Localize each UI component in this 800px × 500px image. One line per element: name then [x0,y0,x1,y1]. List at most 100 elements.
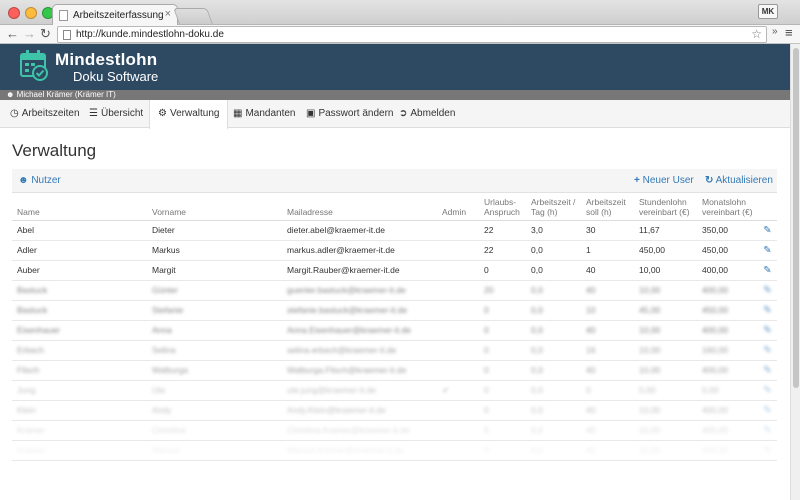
new-user-button[interactable]: + Neuer User [634,175,694,186]
profile-button[interactable]: MK [758,4,778,19]
app-header: Mindestlohn Doku Software [0,44,790,90]
table-cell: Christina.Kramer@kraemer-it.de [282,420,437,441]
reload-icon[interactable]: ↻ [40,26,51,42]
browser-tab[interactable]: Arbeitszeiterfassung × [52,4,178,26]
edit-button[interactable]: ✎ [757,340,777,361]
edit-button[interactable]: ✎ [757,380,777,401]
address-bar[interactable]: http://kunde.mindestlohn-doku.de ☆ [57,26,767,43]
forward-arrow-icon[interactable]: → [23,26,36,42]
nav-item-verwaltung[interactable]: ⚙ Verwaltung [149,100,229,129]
nav-label: Mandanten [245,108,296,119]
table-cell: 45,00 [634,300,697,321]
nav-item-passwort[interactable]: ▣ Passwort ändern [298,100,402,128]
nav-label: Abmelden [410,108,456,119]
table-cell: 40 [581,280,634,301]
table-cell: 0 [479,340,526,361]
edit-button[interactable]: ✎ [757,320,777,341]
users-panel-label: Nutzer [31,175,61,186]
nav-item-mandanten[interactable]: ▦ Mandanten [225,100,304,128]
table-header-row: Name Vorname Mailadresse Admin Urlaubs-Anspr… [12,193,777,221]
bookmark-star-icon[interactable]: ☆ [751,27,762,41]
table-cell: 450,00 [697,240,757,261]
table-cell: ✔ [437,380,479,401]
users-panel-title[interactable]: ☻ Nutzer [18,175,61,186]
table-cell: 40 [581,260,634,281]
table-cell: 10,00 [634,260,697,281]
table-cell: stefanie.bastuck@kraemer-it.de [282,300,437,321]
current-user: Michael Krämer (Krämer IT) [16,90,116,99]
table-row[interactable]: Kramer Manuel Manuel.Kramer@kraemer-it.de 0… [12,440,777,461]
edit-button[interactable]: ✎ [757,220,777,241]
address-bar-url: http://kunde.mindestlohn-doku.de [76,29,224,40]
table-cell: 40 [581,400,634,421]
table-cell: 400,00 [697,440,757,461]
new-tab-button[interactable] [173,8,213,24]
table-cell: 0 [479,400,526,421]
brand-subtitle: Doku Software [73,69,159,84]
table-cell: 400,00 [697,400,757,421]
table-row[interactable]: Bastuck Stefanie stefanie.bastuck@kraemer-… [12,300,777,321]
table-cell: selina.erbach@kraemer-it.de [282,340,437,361]
table-cell: 450,00 [697,300,757,321]
table-cell: 0,0 [526,320,581,341]
table-cell: 400,00 [697,420,757,441]
table-cell: Margit.Rauber@kraemer-it.de [282,260,437,281]
table-cell: 0,00 [634,380,697,401]
refresh-button[interactable]: ↻ Aktualisieren [705,175,773,186]
table-cell [437,440,479,461]
edit-button[interactable]: ✎ [757,360,777,381]
tab-close-icon[interactable]: × [165,8,171,20]
scrollbar-thumb[interactable] [793,48,799,388]
browser-menu-icon[interactable]: ≡ [785,25,793,40]
edit-button[interactable]: ✎ [757,400,777,421]
edit-button[interactable]: ✎ [757,240,777,261]
table-cell: 1 [581,240,634,261]
table-cell [437,220,479,241]
back-arrow-icon[interactable]: ← [6,26,19,42]
edit-button[interactable]: ✎ [757,440,777,461]
edit-icon: ✎ [763,284,772,296]
edit-button[interactable]: ✎ [757,260,777,281]
column-header: Vorname [147,193,282,221]
table-row[interactable]: Flisch Walburga Walburga.Flisch@kraemer-it… [12,360,777,381]
table-cell [437,280,479,301]
table-row[interactable]: Bastuck Günter guenter.bastuck@kraemer-it.… [12,280,777,301]
gears-icon: ⚙ [158,108,167,119]
new-user-label: Neuer User [642,175,694,186]
window-close-button[interactable] [8,7,20,19]
nav-item-arbeitszeiten[interactable]: ◷ Arbeitszeiten [2,100,88,128]
edit-icon: ✎ [763,344,772,356]
extensions-chevron-icon[interactable]: » [772,26,778,37]
page-scrollbar[interactable] [790,44,800,500]
table-row[interactable]: Abel Dieter dieter.abel@kraemer-it.de 22 3,0… [12,220,777,241]
table-cell: Walburga.Flisch@kraemer-it.de [282,360,437,381]
table-cell: Klein [12,400,147,421]
table-cell: 22 [479,220,526,241]
table-cell: Manuel.Kramer@kraemer-it.de [282,440,437,461]
table-row[interactable]: Auber Margit Margit.Rauber@kraemer-it.de 0 0… [12,260,777,281]
users-table-body: Abel Dieter dieter.abel@kraemer-it.de 22 3,0… [12,220,777,461]
table-row[interactable]: Kramer Christina Christina.Kramer@kraemer-… [12,420,777,441]
table-row[interactable]: Jung Ute ute.jung@kraemer-it.de ✔ 0 0,0 0 0,00 0… [12,380,777,401]
nav-label: Passwort ändern [318,108,394,119]
column-header: Arbeitszeit / Tag (h) [526,193,581,221]
column-header: Monatslohn vereinbart (€) [697,193,757,221]
brand-title: Mindestlohn [55,50,158,69]
browser-tab-strip: Arbeitszeiterfassung × MK [0,0,800,26]
nav-item-uebersicht[interactable]: ☰ Übersicht [81,100,151,128]
nav-item-abmelden[interactable]: ➲ Abmelden [391,100,463,128]
window-minimize-button[interactable] [25,7,37,19]
table-cell [437,340,479,361]
table-cell: 10,00 [634,320,697,341]
table-cell: 400,00 [697,360,757,381]
table-row[interactable]: Erbach Selina selina.erbach@kraemer-it.de 0… [12,340,777,361]
table-row[interactable]: Eisenhauer Anna Anna.Eisenhauer@kraemer-it… [12,320,777,341]
table-row[interactable]: Klein Andy Andy.Klein@kraemer-it.de 0 0,0 40 1… [12,400,777,421]
edit-button[interactable]: ✎ [757,300,777,321]
nav-label: Arbeitszeiten [21,108,80,119]
table-cell: 22 [479,240,526,261]
edit-button[interactable]: ✎ [757,280,777,301]
table-row[interactable]: Adler Markus markus.adler@kraemer-it.de 22 0… [12,240,777,261]
table-cell: 40 [581,360,634,381]
edit-button[interactable]: ✎ [757,420,777,441]
